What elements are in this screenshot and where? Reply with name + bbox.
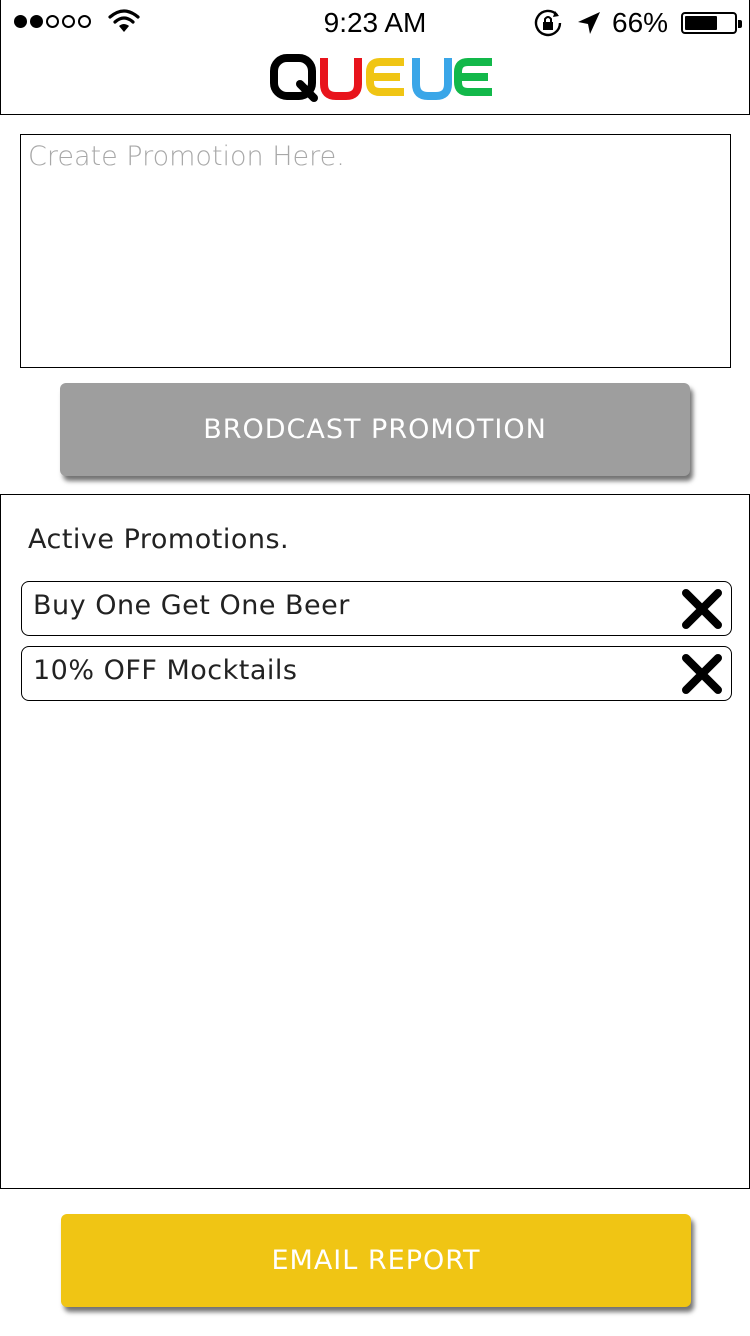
promotion-list-item[interactable]: 10% OFF Mocktails: [21, 646, 732, 701]
promotion-item-label: Buy One Get One Beer: [33, 590, 350, 621]
battery-fill: [685, 16, 717, 30]
logo-letter-q: [270, 54, 318, 102]
close-x-icon[interactable]: [681, 653, 723, 695]
queue-logo: [270, 54, 492, 102]
promotion-list-item[interactable]: Buy One Get One Beer: [21, 581, 732, 636]
broadcast-promotion-button[interactable]: BRODCAST PROMOTION: [60, 383, 690, 476]
promotion-item-label: 10% OFF Mocktails: [33, 655, 298, 686]
rotation-lock-icon: [534, 9, 562, 37]
location-arrow-icon: [578, 12, 600, 34]
battery-tip: [738, 20, 742, 28]
battery-icon: [681, 12, 742, 34]
active-promotions-panel: Active Promotions. Buy One Get One Beer …: [0, 494, 750, 1189]
logo-letter-e-yellow: [366, 58, 404, 96]
logo-letter-e-green: [454, 58, 492, 96]
status-bar: 9:23 AM 66%: [0, 0, 750, 44]
promotion-textarea-frame: [20, 134, 731, 368]
battery-percent: 66%: [612, 7, 669, 38]
close-x-icon[interactable]: [681, 588, 723, 630]
logo-letter-u-blue: [412, 58, 452, 100]
active-promotions-title: Active Promotions.: [28, 524, 290, 555]
email-report-button[interactable]: EMAIL REPORT: [61, 1214, 691, 1307]
promotion-textarea[interactable]: [21, 135, 730, 367]
logo-letter-u-red: [320, 58, 362, 100]
